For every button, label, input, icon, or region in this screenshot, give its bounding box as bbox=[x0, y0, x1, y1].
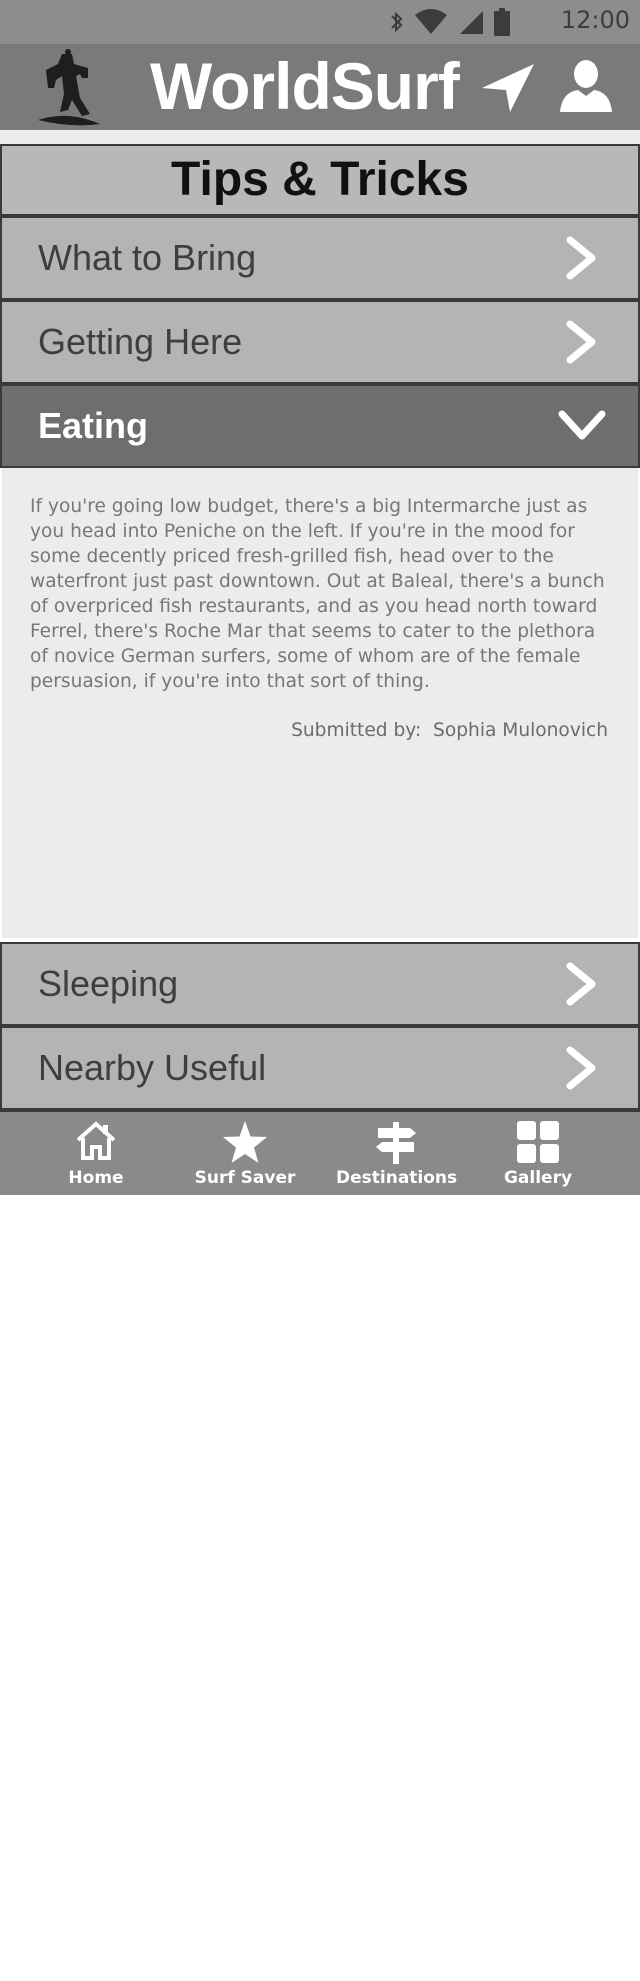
navigation-arrow-icon[interactable] bbox=[480, 62, 536, 114]
surfer-logo-icon[interactable] bbox=[28, 48, 106, 128]
grid-icon bbox=[517, 1121, 559, 1163]
section-eating[interactable]: Eating bbox=[0, 384, 640, 468]
user-icon[interactable] bbox=[558, 58, 614, 114]
status-icons bbox=[390, 8, 510, 36]
section-label: Nearby Useful bbox=[38, 1047, 267, 1088]
nav-label: Home bbox=[68, 1168, 124, 1188]
section-what-to-bring[interactable]: What to Bring bbox=[0, 216, 640, 300]
section-label: Getting Here bbox=[38, 321, 243, 362]
status-bar: 12:00 bbox=[0, 0, 640, 44]
status-time: 12:00 bbox=[560, 6, 630, 34]
star-icon bbox=[223, 1121, 267, 1163]
page-title: Tips & Tricks bbox=[171, 153, 469, 206]
submitted-by: Submitted by: Sophia Mulonovich bbox=[291, 720, 608, 741]
signal-icon bbox=[460, 11, 483, 34]
nav-surf-saver[interactable]: Surf Saver bbox=[190, 1112, 300, 1195]
signpost-icon bbox=[376, 1122, 416, 1164]
bottom-nav: Home Surf Saver Destinations Gallery bbox=[0, 1110, 640, 1195]
section-nearby-useful[interactable]: Nearby Useful bbox=[0, 1026, 640, 1110]
wifi-icon bbox=[415, 9, 447, 34]
app-header: WorldSurf bbox=[0, 44, 640, 130]
submitted-by-name[interactable]: Sophia Mulonovich bbox=[433, 720, 608, 741]
header-spacer bbox=[0, 130, 640, 144]
chevron-down-icon bbox=[558, 410, 606, 440]
submitted-by-label: Submitted by: bbox=[291, 720, 422, 741]
nav-home[interactable]: Home bbox=[50, 1112, 142, 1195]
section-label: Eating bbox=[38, 405, 149, 446]
section-eating-content: If you're going low budget, there's a bi… bbox=[2, 468, 638, 938]
chevron-right-icon bbox=[566, 1046, 596, 1090]
chevron-right-icon bbox=[566, 236, 596, 280]
app-screen: 12:00 WorldSurf Tips & Tricks What to Br… bbox=[0, 0, 640, 1195]
section-label: Sleeping bbox=[38, 963, 179, 1004]
nav-gallery[interactable]: Gallery bbox=[488, 1112, 588, 1195]
chevron-right-icon bbox=[566, 320, 596, 364]
app-title: WorldSurf bbox=[150, 49, 460, 123]
chevron-right-icon bbox=[566, 962, 596, 1006]
nav-destinations[interactable]: Destinations bbox=[336, 1112, 458, 1195]
nav-label: Gallery bbox=[503, 1168, 573, 1188]
home-icon bbox=[76, 1121, 116, 1160]
nav-label: Surf Saver bbox=[194, 1168, 296, 1188]
battery-icon bbox=[494, 8, 510, 36]
page-title-bar: Tips & Tricks bbox=[0, 144, 640, 216]
bluetooth-icon bbox=[391, 11, 403, 33]
nav-label: Destinations bbox=[336, 1168, 458, 1188]
section-sleeping[interactable]: Sleeping bbox=[0, 942, 640, 1026]
section-body-text: If you're going low budget, there's a bi… bbox=[30, 496, 605, 692]
section-label: What to Bring bbox=[38, 237, 257, 278]
section-getting-here[interactable]: Getting Here bbox=[0, 300, 640, 384]
